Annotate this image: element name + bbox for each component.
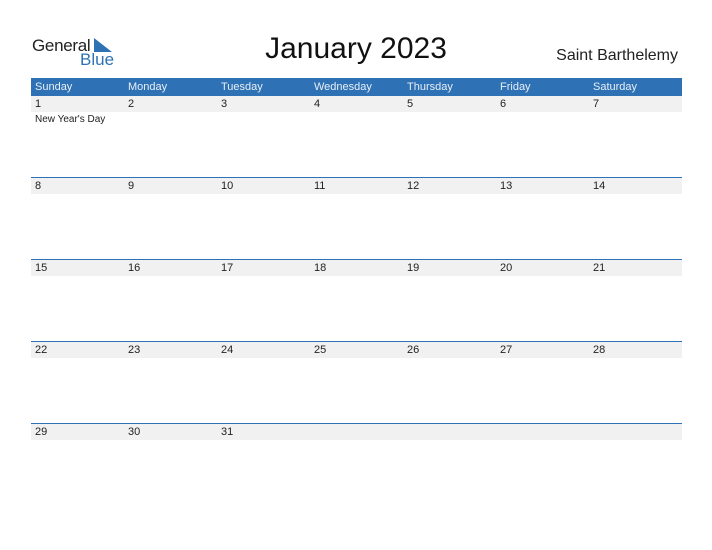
day-number: 15 [35, 262, 48, 274]
holiday-label [124, 358, 217, 360]
holiday-label [310, 112, 403, 125]
weekday-saturday: Saturday [593, 81, 638, 93]
day-number-row: 29 30 31 [31, 424, 682, 440]
holiday-label [589, 358, 682, 360]
day-number: 24 [221, 344, 234, 356]
weekday-friday: Friday [500, 81, 531, 93]
holiday-label [403, 276, 496, 278]
holiday-label [310, 358, 403, 360]
weekday-monday: Monday [128, 81, 168, 93]
holiday-label [124, 112, 217, 125]
week-row: 22 23 24 25 26 27 28 [31, 341, 682, 423]
weekday-wednesday: Wednesday [314, 81, 372, 93]
holiday-label [403, 112, 496, 125]
day-number [403, 424, 496, 440]
day-number: 10 [221, 180, 234, 192]
day-number-row: 22 23 24 25 26 27 28 [31, 342, 682, 358]
country-label: Saint Barthelemy [556, 47, 678, 64]
holiday-label [124, 194, 217, 196]
day-number: 22 [35, 344, 48, 356]
holiday-label [124, 440, 217, 442]
day-number: 20 [500, 262, 513, 274]
holiday-label [589, 276, 682, 278]
day-number: 27 [500, 344, 513, 356]
day-number: 4 [314, 98, 321, 110]
holiday-label [496, 194, 589, 196]
week-row: 29 30 31 [31, 423, 682, 505]
holiday-label [310, 194, 403, 196]
day-number [496, 424, 589, 440]
day-number-row: 15 16 17 18 19 20 21 [31, 260, 682, 276]
day-number: 9 [128, 180, 135, 192]
holiday-label [217, 112, 310, 125]
day-number-row: 1 2 3 4 5 6 7 [31, 96, 682, 112]
day-number: 28 [593, 344, 606, 356]
day-number: 26 [407, 344, 420, 356]
holiday-label [124, 276, 217, 278]
day-number: 6 [500, 98, 507, 110]
day-number: 2 [128, 98, 135, 110]
holiday-label [496, 112, 589, 125]
day-number: 19 [407, 262, 420, 274]
day-number: 14 [593, 180, 606, 192]
holiday-label [31, 276, 124, 278]
holiday-label [403, 194, 496, 196]
weekday-thursday: Thursday [407, 81, 453, 93]
holiday-label [310, 440, 403, 442]
holiday-label [496, 276, 589, 278]
event-row: New Year's Day [31, 112, 682, 125]
holiday-label [217, 440, 310, 442]
day-number: 31 [221, 426, 234, 438]
event-row [31, 440, 682, 442]
event-row [31, 358, 682, 360]
holiday-label [31, 194, 124, 196]
holiday-label [589, 440, 682, 442]
day-number: 11 [314, 180, 326, 192]
day-number: 12 [407, 180, 420, 192]
weekday-header: Sunday Monday Tuesday Wednesday Thursday… [31, 78, 682, 96]
holiday-label [403, 440, 496, 442]
event-row [31, 194, 682, 196]
day-number [310, 424, 403, 440]
day-number: 21 [593, 262, 606, 274]
day-number: 29 [35, 426, 48, 438]
day-number: 23 [128, 344, 141, 356]
calendar-grid: Sunday Monday Tuesday Wednesday Thursday… [31, 78, 682, 505]
day-number: 1 [35, 98, 42, 110]
holiday-label [496, 440, 589, 442]
week-row: 8 9 10 11 12 13 14 [31, 177, 682, 259]
holiday-label [589, 112, 682, 125]
day-number: 7 [593, 98, 600, 110]
day-number: 17 [221, 262, 234, 274]
day-number: 16 [128, 262, 141, 274]
holiday-label [31, 358, 124, 360]
event-row [31, 276, 682, 278]
weeks-container: 1 2 3 4 5 6 7 New Year's Day 8 9 10 11 12 13 14 15 16 17 1… [31, 96, 682, 505]
day-number: 18 [314, 262, 327, 274]
day-number: 25 [314, 344, 327, 356]
week-row: 1 2 3 4 5 6 7 New Year's Day [31, 96, 682, 177]
holiday-label [31, 440, 124, 442]
day-number: 8 [35, 180, 42, 192]
holiday-label [403, 358, 496, 360]
day-number [589, 424, 682, 440]
holiday-label [310, 276, 403, 278]
day-number: 30 [128, 426, 141, 438]
day-number: 3 [221, 98, 228, 110]
weekday-tuesday: Tuesday [221, 81, 263, 93]
holiday-label [217, 358, 310, 360]
holiday-label [589, 194, 682, 196]
holiday-label [217, 194, 310, 196]
week-row: 15 16 17 18 19 20 21 [31, 259, 682, 341]
weekday-sunday: Sunday [35, 81, 73, 93]
day-number-row: 8 9 10 11 12 13 14 [31, 178, 682, 194]
holiday-label [217, 276, 310, 278]
holiday-label: New Year's Day [35, 114, 106, 125]
day-number: 13 [500, 180, 513, 192]
holiday-label [496, 358, 589, 360]
day-number: 5 [407, 98, 414, 110]
